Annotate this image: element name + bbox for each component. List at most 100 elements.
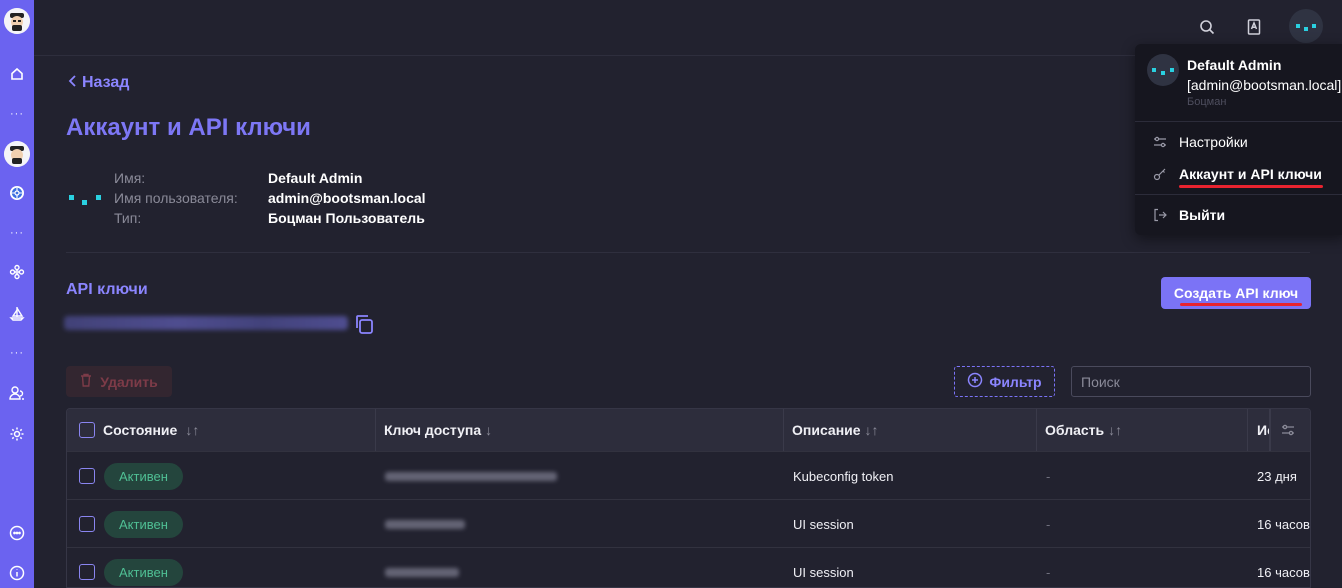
menu-avatar — [1147, 54, 1179, 86]
description-cell: UI session — [793, 564, 854, 580]
filter-label: Фильтр — [989, 373, 1042, 390]
name-value: Default Admin — [268, 170, 363, 186]
highlight-underline — [1180, 303, 1302, 306]
sort-icon[interactable]: ↓↑ — [1108, 422, 1122, 438]
row-checkbox[interactable] — [79, 548, 95, 587]
description-cell: UI session — [793, 516, 854, 532]
section-divider — [66, 252, 1310, 253]
scope-cell: - — [1046, 516, 1051, 532]
sailboat-icon[interactable] — [5, 302, 29, 326]
sort-icon[interactable]: ↓↑ — [185, 422, 199, 438]
gear-icon[interactable] — [5, 422, 29, 446]
column-label: Ключ доступа — [384, 422, 482, 438]
menu-item-label: Настройки — [1179, 134, 1248, 150]
search-icon[interactable] — [1194, 14, 1220, 40]
delete-button[interactable]: Удалить — [66, 366, 172, 397]
home-icon[interactable] — [5, 62, 29, 86]
expires-cell: 16 часов — [1257, 564, 1310, 580]
menu-item-logout[interactable]: Выйти — [1153, 207, 1225, 223]
docs-icon[interactable] — [1241, 14, 1267, 40]
highlight-underline — [1179, 185, 1323, 188]
more-icon: ··· — [10, 347, 24, 359]
access-key-blurred — [385, 567, 459, 577]
status-cell: Активен — [104, 452, 183, 500]
type-label: Тип: — [114, 210, 142, 226]
menu-divider — [1135, 121, 1342, 122]
column-settings-icon[interactable] — [1270, 409, 1310, 451]
status-badge: Активен — [104, 462, 183, 490]
access-key-blurred — [385, 519, 465, 529]
scope-cell: - — [1046, 564, 1051, 580]
select-all-checkbox[interactable] — [79, 422, 95, 438]
search-input[interactable] — [1071, 366, 1311, 397]
menu-item-account[interactable]: Аккаунт и API ключи — [1153, 166, 1322, 182]
description-cell: Kubeconfig token — [793, 468, 894, 484]
access-key-cell — [385, 452, 557, 500]
back-link[interactable]: Назад — [68, 74, 129, 92]
expires-cell: 23 дня — [1257, 468, 1297, 484]
more-icon: ··· — [10, 227, 24, 239]
access-key-cell — [385, 500, 465, 548]
copy-icon[interactable] — [352, 312, 376, 336]
api-keys-table: Состояние ↓↑ Ключ доступа ↓ Описание ↓↑ … — [66, 408, 1311, 588]
row-checkbox[interactable] — [79, 452, 95, 500]
page-title: Аккаунт и API ключи — [66, 114, 311, 141]
column-scope[interactable]: Область ↓↑ — [1037, 409, 1248, 451]
user-avatar-button[interactable] — [1289, 9, 1323, 43]
column-expires[interactable]: Ис — [1248, 409, 1270, 451]
menu-item-settings[interactable]: Настройки — [1153, 134, 1248, 150]
cluster-icon[interactable] — [4, 141, 30, 167]
access-key-cell — [385, 548, 459, 587]
plus-circle-icon — [967, 372, 983, 391]
back-label: Назад — [82, 74, 130, 91]
key-icon — [1153, 167, 1167, 181]
delete-label: Удалить — [100, 373, 158, 390]
table-row[interactable]: Активен Kubeconfig token - 23 дня — [67, 451, 1310, 499]
column-label: Область — [1045, 422, 1105, 438]
name-label: Имя: — [114, 170, 146, 186]
kubernetes-icon[interactable] — [5, 181, 29, 205]
menu-user-email: [admin@bootsman.local] — [1187, 77, 1342, 93]
username-value: admin@bootsman.local — [268, 190, 426, 206]
menu-user-role: Боцман — [1187, 96, 1227, 108]
account-info: Имя: Default Admin Имя пользователя: adm… — [114, 170, 426, 227]
info-icon[interactable] — [5, 561, 29, 585]
scope-cell: - — [1046, 468, 1051, 484]
more-icon: ··· — [10, 108, 24, 120]
users-icon[interactable] — [5, 381, 29, 405]
left-rail: ··· ··· ··· — [0, 0, 34, 588]
column-access-key[interactable]: Ключ доступа ↓ — [376, 409, 784, 451]
column-label: Описание — [792, 422, 861, 438]
table-row[interactable]: Активен UI session - 16 часов — [67, 499, 1310, 547]
api-keys-title: API ключи — [66, 281, 148, 298]
filter-button[interactable]: Фильтр — [954, 366, 1055, 397]
row-checkbox[interactable] — [79, 500, 95, 548]
username-label: Имя пользователя: — [114, 190, 238, 206]
sort-icon[interactable]: ↓ — [485, 422, 492, 438]
nodes-icon[interactable] — [5, 260, 29, 284]
column-status[interactable]: Состояние ↓↑ — [67, 409, 376, 451]
status-badge: Активен — [104, 510, 183, 538]
column-label: Ис — [1257, 422, 1269, 438]
table-row[interactable]: Активен UI session - 16 часов — [67, 547, 1310, 587]
app-logo[interactable] — [4, 8, 30, 34]
access-key-blurred — [385, 471, 557, 481]
status-cell: Активен — [104, 500, 183, 548]
user-menu-dropdown: Default Admin [admin@bootsman.local] Боц… — [1135, 44, 1342, 235]
trash-icon — [80, 373, 92, 390]
column-label: Состояние — [103, 422, 178, 438]
menu-divider — [1135, 194, 1342, 195]
column-description[interactable]: Описание ↓↑ — [784, 409, 1037, 451]
chat-icon[interactable] — [5, 521, 29, 545]
type-value: Боцман Пользователь — [268, 210, 425, 226]
account-avatar — [68, 192, 104, 206]
sort-icon[interactable]: ↓↑ — [865, 422, 879, 438]
table-header: Состояние ↓↑ Ключ доступа ↓ Описание ↓↑ … — [67, 409, 1310, 451]
status-badge: Активен — [104, 558, 183, 586]
api-url-blurred — [64, 316, 348, 330]
sliders-icon — [1153, 135, 1167, 149]
logout-icon — [1153, 208, 1167, 222]
menu-item-label: Выйти — [1179, 207, 1226, 223]
status-cell: Активен — [104, 548, 183, 587]
menu-item-label: Аккаунт и API ключи — [1179, 166, 1322, 182]
